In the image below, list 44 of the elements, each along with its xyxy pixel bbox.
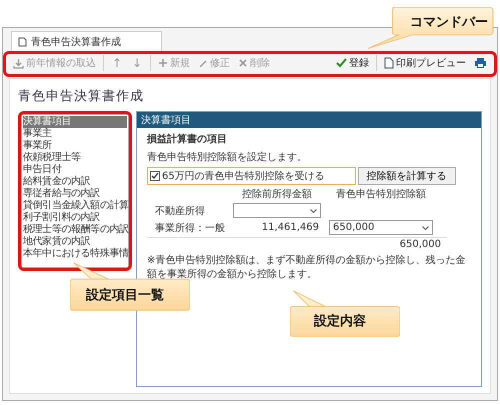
table-cell-text: 11,461,469 — [260, 222, 320, 233]
checkmark-icon — [151, 172, 159, 180]
list-item[interactable]: 税理士等の報酬等の内訳 — [23, 224, 129, 236]
list-item[interactable]: 専従者給与の内訳 — [23, 188, 127, 200]
row-label: 事業所得：一般 — [154, 222, 226, 234]
list-item[interactable]: 依頼税理士等 — [23, 152, 127, 164]
list-item[interactable]: 事業主 — [23, 128, 127, 140]
callout-label: コマンドバー — [410, 14, 488, 31]
pencil-icon — [198, 58, 208, 68]
deduction-checkbox[interactable]: 65万円の青色申告特別控除を受ける — [147, 167, 356, 185]
list-item[interactable]: 地代家賃の内訳 — [23, 236, 127, 248]
list-item[interactable]: 決算書項目 — [23, 116, 127, 128]
cross-icon — [238, 58, 248, 68]
printer-icon — [474, 57, 487, 69]
check-icon — [336, 58, 347, 68]
panel-header: 決算書項目 — [137, 112, 481, 128]
page-title: 青色申告決算書作成 — [18, 88, 145, 105]
document-icon — [384, 57, 394, 69]
download-icon — [13, 58, 24, 68]
print-preview-button[interactable]: 印刷プレビュー — [380, 54, 470, 72]
row-label: 不動産所得 — [154, 204, 206, 218]
total-amount: 650,000 — [400, 239, 442, 250]
plus-icon — [158, 58, 168, 68]
chevron-down-icon — [422, 226, 429, 230]
list-item[interactable]: 給料賃金の内訳 — [23, 176, 127, 188]
dropdown-field[interactable] — [233, 203, 321, 218]
section-heading: 損益計算書の項目 — [147, 132, 228, 146]
calculate-button[interactable]: 控除額を計算する — [358, 167, 456, 185]
column-header: 青色申告特別控除額 — [335, 188, 427, 201]
callout-label: 設定内容 — [314, 312, 366, 330]
list-item[interactable]: 貸倒引当金繰入額の計算 — [23, 200, 129, 212]
callout-label: 設定項目一覧 — [86, 286, 164, 304]
list-item[interactable]: 事業所 — [23, 140, 127, 152]
register-button[interactable]: 登録 — [332, 54, 373, 72]
note-text: ※青色申告特別控除額は、まず不動産所得の金額から控除し、残った金額を事業所得の金額から控除します。 — [147, 254, 466, 281]
list-item[interactable]: 利子割引料の内訳 — [23, 212, 127, 224]
document-tab[interactable]: 青色申告決算書作成 — [11, 31, 162, 51]
description-text: 青色申告特別控除額を設定します。 — [147, 150, 308, 164]
column-header: 控除前所得金額 — [241, 188, 313, 201]
document-icon — [18, 36, 27, 46]
list-item[interactable]: 本年中における特殊事情 — [23, 248, 129, 260]
list-item[interactable]: 申告日付 — [23, 164, 127, 176]
chevron-down-icon — [310, 208, 317, 212]
dropdown-field[interactable]: 650,000 — [329, 220, 433, 235]
